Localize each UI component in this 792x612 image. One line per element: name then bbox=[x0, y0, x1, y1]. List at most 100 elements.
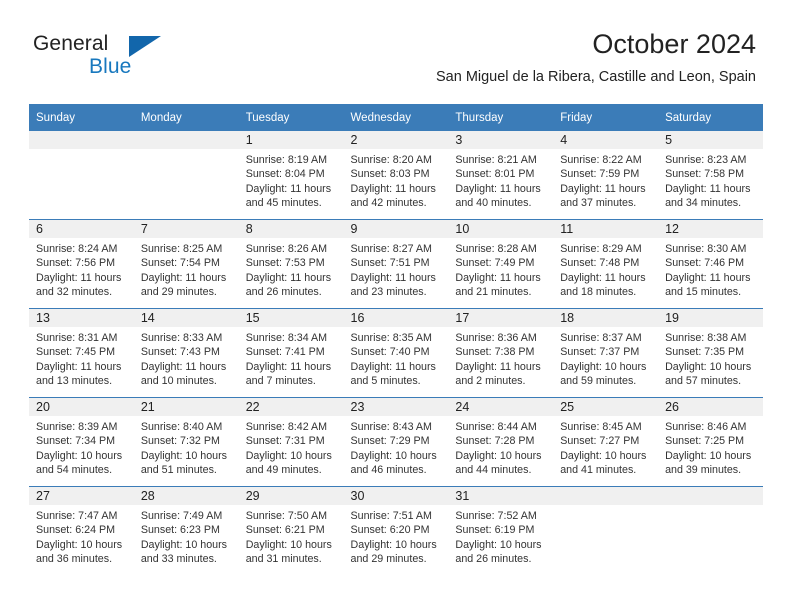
calendar-day-cell[interactable]: 7 Sunrise: 8:25 AM Sunset: 7:54 PM Daylight… bbox=[133, 219, 239, 309]
daylight-text-line1: Daylight: 10 hours bbox=[665, 360, 752, 373]
day-number: 19 bbox=[658, 309, 763, 327]
daylight-text-line1: Daylight: 10 hours bbox=[36, 449, 123, 462]
sunset-text: Sunset: 7:45 PM bbox=[36, 346, 116, 359]
calendar-day-cell[interactable]: 4 Sunrise: 8:22 AM Sunset: 7:59 PM Daylight… bbox=[553, 131, 659, 220]
day-cell-inner bbox=[553, 487, 659, 575]
calendar-day-cell[interactable]: 23 Sunrise: 8:43 AM Sunset: 7:29 PM Dayligh… bbox=[343, 397, 449, 487]
sunrise-text: Sunrise: 8:26 AM bbox=[245, 243, 328, 255]
calendar-day-cell[interactable]: 18 Sunrise: 8:37 AM Sunset: 7:37 PM Dayligh… bbox=[553, 308, 659, 398]
calendar-day-cell[interactable]: 15 Sunrise: 8:34 AM Sunset: 7:41 PM Dayligh… bbox=[238, 308, 344, 398]
brand-triangle-icon bbox=[129, 36, 161, 57]
calendar-day-cell[interactable]: 16 Sunrise: 8:35 AM Sunset: 7:40 PM Dayligh… bbox=[343, 308, 449, 398]
sunset-text: Sunset: 7:40 PM bbox=[350, 346, 430, 359]
weekday-header-thursday: Thursday bbox=[448, 104, 554, 131]
day-sun-info: Sunrise: 8:35 AM Sunset: 7:40 PM Daylight:… bbox=[344, 327, 449, 388]
day-sun-info: Sunrise: 8:23 AM Sunset: 7:58 PM Daylight:… bbox=[658, 149, 763, 210]
calendar-day-cell[interactable]: 29 Sunrise: 7:50 AM Sunset: 6:21 PM Dayligh… bbox=[238, 486, 344, 575]
calendar-day-cell[interactable]: 11 Sunrise: 8:29 AM Sunset: 7:48 PM Dayligh… bbox=[553, 219, 659, 309]
day-cell-inner: 26 Sunrise: 8:46 AM Sunset: 7:25 PM Dayligh… bbox=[658, 398, 763, 486]
calendar-day-cell[interactable]: 5 Sunrise: 8:23 AM Sunset: 7:58 PM Daylight… bbox=[658, 131, 763, 220]
day-number: 6 bbox=[29, 220, 134, 238]
day-number: 4 bbox=[553, 131, 659, 149]
sunset-text: Sunset: 7:37 PM bbox=[560, 346, 640, 359]
calendar-day-cell[interactable]: 8 Sunrise: 8:26 AM Sunset: 7:53 PM Daylight… bbox=[238, 219, 344, 309]
calendar-day-cell[interactable]: 3 Sunrise: 8:21 AM Sunset: 8:01 PM Daylight… bbox=[448, 131, 554, 220]
daylight-text-line2: and 51 minutes. bbox=[140, 463, 217, 476]
calendar-day-cell[interactable]: 28 Sunrise: 7:49 AM Sunset: 6:23 PM Dayligh… bbox=[133, 486, 239, 575]
sunset-text: Sunset: 7:48 PM bbox=[560, 257, 640, 270]
day-cell-inner: 22 Sunrise: 8:42 AM Sunset: 7:31 PM Dayligh… bbox=[238, 398, 344, 486]
sunrise-text: Sunrise: 8:23 AM bbox=[665, 154, 747, 166]
day-number: 8 bbox=[238, 220, 344, 238]
brand-logo[interactable]: General Blue bbox=[33, 32, 233, 88]
day-number bbox=[658, 487, 763, 505]
daylight-text-line1: Daylight: 10 hours bbox=[665, 449, 752, 462]
sunset-text: Sunset: 7:46 PM bbox=[665, 257, 745, 270]
sunrise-text: Sunrise: 8:43 AM bbox=[350, 421, 432, 433]
day-number: 9 bbox=[343, 220, 449, 238]
day-cell-inner: 15 Sunrise: 8:34 AM Sunset: 7:41 PM Dayligh… bbox=[238, 309, 344, 397]
day-sun-info: Sunrise: 8:27 AM Sunset: 7:51 PM Daylight:… bbox=[344, 238, 449, 299]
calendar-day-cell[interactable]: 10 Sunrise: 8:28 AM Sunset: 7:49 PM Dayligh… bbox=[448, 219, 554, 309]
daylight-text-line1: Daylight: 11 hours bbox=[455, 271, 541, 284]
weekday-header-sunday: Sunday bbox=[29, 104, 134, 131]
daylight-text-line2: and 5 minutes. bbox=[350, 374, 421, 387]
calendar-day-cell[interactable]: 30 Sunrise: 7:51 AM Sunset: 6:20 PM Dayligh… bbox=[343, 486, 449, 575]
daylight-text-line1: Daylight: 10 hours bbox=[455, 538, 542, 551]
day-cell-inner bbox=[658, 487, 763, 575]
calendar-day-cell[interactable]: 21 Sunrise: 8:40 AM Sunset: 7:32 PM Dayligh… bbox=[133, 397, 239, 487]
calendar-day-cell[interactable]: 22 Sunrise: 8:42 AM Sunset: 7:31 PM Dayligh… bbox=[238, 397, 344, 487]
daylight-text-line2: and 18 minutes. bbox=[560, 285, 637, 298]
calendar-day-cell[interactable]: 2 Sunrise: 8:20 AM Sunset: 8:03 PM Daylight… bbox=[343, 131, 449, 220]
daylight-text-line1: Daylight: 10 hours bbox=[560, 449, 647, 462]
daylight-text-line1: Daylight: 10 hours bbox=[350, 538, 437, 551]
day-number: 15 bbox=[238, 309, 344, 327]
day-number: 27 bbox=[29, 487, 134, 505]
sunset-text: Sunset: 7:28 PM bbox=[455, 435, 535, 448]
day-cell-inner: 23 Sunrise: 8:43 AM Sunset: 7:29 PM Dayligh… bbox=[343, 398, 449, 486]
brand-name-general: General bbox=[33, 32, 109, 55]
sunrise-text: Sunrise: 7:51 AM bbox=[350, 510, 432, 522]
day-number bbox=[553, 487, 659, 505]
day-number: 5 bbox=[658, 131, 763, 149]
calendar-day-cell[interactable]: 27 Sunrise: 7:47 AM Sunset: 6:24 PM Dayligh… bbox=[29, 486, 134, 575]
calendar-table: Sunday Monday Tuesday Wednesday Thursday… bbox=[29, 104, 763, 575]
calendar-day-cell[interactable]: 26 Sunrise: 8:46 AM Sunset: 7:25 PM Dayligh… bbox=[658, 397, 763, 487]
calendar-day-cell[interactable]: 6 Sunrise: 8:24 AM Sunset: 7:56 PM Daylight… bbox=[29, 219, 134, 309]
daylight-text-line1: Daylight: 10 hours bbox=[245, 449, 332, 462]
sunset-text: Sunset: 7:34 PM bbox=[36, 435, 116, 448]
calendar-week-row: 27 Sunrise: 7:47 AM Sunset: 6:24 PM Dayligh… bbox=[29, 486, 763, 575]
calendar-day-cell[interactable]: 31 Sunrise: 7:52 AM Sunset: 6:19 PM Dayligh… bbox=[448, 486, 554, 575]
daylight-text-line1: Daylight: 11 hours bbox=[665, 271, 751, 284]
calendar-day-cell[interactable]: 12 Sunrise: 8:30 AM Sunset: 7:46 PM Dayligh… bbox=[658, 219, 763, 309]
calendar-day-cell bbox=[29, 131, 134, 220]
daylight-text-line2: and 57 minutes. bbox=[665, 374, 742, 387]
day-number: 18 bbox=[553, 309, 659, 327]
calendar-day-cell[interactable]: 24 Sunrise: 8:44 AM Sunset: 7:28 PM Dayligh… bbox=[448, 397, 554, 487]
calendar-day-cell[interactable]: 25 Sunrise: 8:45 AM Sunset: 7:27 PM Dayligh… bbox=[553, 397, 659, 487]
day-sun-info: Sunrise: 8:33 AM Sunset: 7:43 PM Daylight:… bbox=[134, 327, 239, 388]
daylight-text-line2: and 23 minutes. bbox=[350, 285, 427, 298]
daylight-text-line1: Daylight: 10 hours bbox=[455, 449, 542, 462]
calendar-day-cell[interactable]: 20 Sunrise: 8:39 AM Sunset: 7:34 PM Dayligh… bbox=[29, 397, 134, 487]
calendar-day-cell[interactable]: 13 Sunrise: 8:31 AM Sunset: 7:45 PM Dayligh… bbox=[29, 308, 134, 398]
calendar-day-cell[interactable]: 19 Sunrise: 8:38 AM Sunset: 7:35 PM Dayligh… bbox=[658, 308, 763, 398]
sunrise-text: Sunrise: 8:37 AM bbox=[560, 332, 642, 344]
sunset-text: Sunset: 7:31 PM bbox=[245, 435, 325, 448]
sunrise-text: Sunrise: 8:46 AM bbox=[665, 421, 747, 433]
day-sun-info: Sunrise: 7:47 AM Sunset: 6:24 PM Daylight:… bbox=[29, 505, 134, 566]
day-sun-info: Sunrise: 8:24 AM Sunset: 7:56 PM Daylight:… bbox=[29, 238, 134, 299]
calendar-day-cell[interactable]: 17 Sunrise: 8:36 AM Sunset: 7:38 PM Dayligh… bbox=[448, 308, 554, 398]
day-cell-inner: 18 Sunrise: 8:37 AM Sunset: 7:37 PM Dayligh… bbox=[553, 309, 659, 397]
day-cell-inner: 3 Sunrise: 8:21 AM Sunset: 8:01 PM Daylight… bbox=[448, 131, 554, 219]
calendar-day-cell[interactable]: 14 Sunrise: 8:33 AM Sunset: 7:43 PM Dayligh… bbox=[133, 308, 239, 398]
daylight-text-line2: and 26 minutes. bbox=[455, 552, 532, 565]
calendar-day-cell[interactable]: 9 Sunrise: 8:27 AM Sunset: 7:51 PM Daylight… bbox=[343, 219, 449, 309]
day-cell-inner: 14 Sunrise: 8:33 AM Sunset: 7:43 PM Dayligh… bbox=[133, 309, 239, 397]
calendar-header-row: Sunday Monday Tuesday Wednesday Thursday… bbox=[29, 104, 763, 131]
day-cell-inner: 7 Sunrise: 8:25 AM Sunset: 7:54 PM Daylight… bbox=[133, 220, 239, 308]
day-sun-info: Sunrise: 8:44 AM Sunset: 7:28 PM Daylight:… bbox=[448, 416, 553, 477]
daylight-text-line2: and 44 minutes. bbox=[455, 463, 532, 476]
day-cell-inner: 6 Sunrise: 8:24 AM Sunset: 7:56 PM Daylight… bbox=[29, 220, 134, 308]
calendar-day-cell[interactable]: 1 Sunrise: 8:19 AM Sunset: 8:04 PM Daylight… bbox=[238, 131, 344, 220]
